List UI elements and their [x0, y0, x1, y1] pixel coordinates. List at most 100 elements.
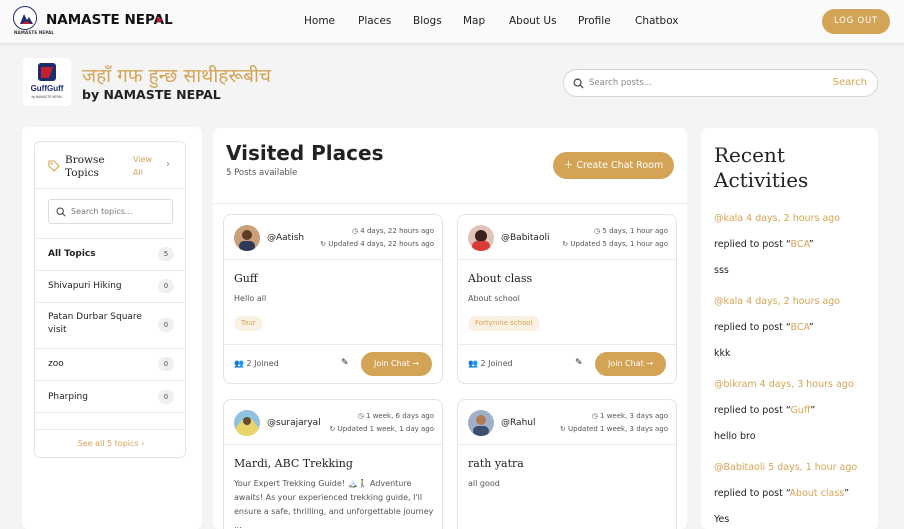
clock-icon: ◷	[351, 227, 359, 235]
activity-header[interactable]: @kala 4 days, 2 hours ago	[714, 296, 840, 307]
nav-map[interactable]: Map	[463, 15, 485, 27]
topic-count-badge: 0	[158, 279, 174, 293]
guffguff-logo: GuffGuff by NAMASTE NEPAL	[23, 58, 71, 106]
post-card[interactable]: @surajaryal ◷ 1 week, 6 days ago ↻ Updat…	[223, 399, 443, 529]
avatar[interactable]	[234, 225, 260, 251]
post-tag[interactable]: Tour	[234, 316, 263, 331]
nepal-flag-icon: ▶	[157, 15, 164, 24]
recent-activities-title: Recent Activities	[714, 143, 809, 192]
nav-profile[interactable]: Profile	[578, 15, 611, 27]
topic-item[interactable]: Patan Durbar Square visit 0	[35, 302, 185, 348]
post-author[interactable]: @surajaryal	[267, 418, 321, 428]
activity-action: replied to post “BCA”	[714, 239, 814, 250]
refresh-icon: ↻	[562, 240, 569, 248]
join-chat-button[interactable]: Join Chat →	[361, 352, 432, 376]
search-icon	[56, 207, 66, 217]
activity-post-link[interactable]: Guff	[790, 405, 810, 416]
brand-logo[interactable]	[13, 6, 37, 30]
avatar[interactable]	[468, 410, 494, 436]
post-updated: ↻ Updated 1 week, 1 day ago	[329, 425, 434, 433]
activity-post-link[interactable]: About class	[790, 488, 845, 499]
refresh-icon: ↻	[320, 240, 327, 248]
activity-text: kkk	[714, 348, 731, 359]
clock-icon: ◷	[591, 412, 598, 420]
activity-header[interactable]: @Babitaoli 5 days, 1 hour ago	[714, 462, 857, 473]
users-icon: 👥	[234, 359, 244, 368]
search-input[interactable]: Search posts...	[589, 78, 652, 88]
tag-icon	[48, 160, 60, 172]
see-all-topics-link[interactable]: See all 5 topics ›	[35, 439, 185, 448]
activity-action: replied to post “Guff”	[714, 405, 816, 416]
avatar[interactable]	[468, 225, 494, 251]
post-author[interactable]: @Babitaoli	[501, 233, 549, 243]
page-title: Visited Places	[226, 141, 384, 165]
joined-count: 👥 2 Joined	[468, 359, 513, 368]
refresh-icon: ↻	[329, 425, 336, 433]
search-button[interactable]: Search	[833, 77, 867, 88]
browse-topics-title: Browse Topics	[65, 154, 105, 179]
users-icon: 👥	[468, 359, 478, 368]
post-card[interactable]: @Aatish ◷ 4 days, 22 hours ago ↻ Updated…	[223, 214, 443, 384]
plus-icon: ＋	[563, 160, 574, 171]
edit-icon[interactable]: ✎	[575, 358, 583, 368]
post-body: Hello all	[234, 294, 267, 303]
logout-button[interactable]: LOG OUT	[822, 9, 890, 34]
post-body: About school	[468, 294, 520, 303]
search-icon	[573, 78, 584, 89]
activity-post-link[interactable]: BCA	[790, 239, 808, 250]
edit-icon[interactable]: ✎	[341, 358, 349, 368]
topic-item[interactable]: Pharping 0	[35, 380, 185, 412]
topic-item-all[interactable]: All Topics 5	[35, 238, 185, 270]
post-title[interactable]: rath yatra	[468, 457, 524, 470]
post-time: ◷ 1 week, 6 days ago	[357, 412, 434, 420]
post-tag[interactable]: Fortynine school	[468, 316, 540, 331]
post-title[interactable]: Mardi, ABC Trekking	[234, 457, 353, 470]
arrow-right-icon: →	[412, 359, 420, 368]
nav-chatbox[interactable]: Chatbox	[635, 15, 679, 27]
brand-small-text: NAMASTE NEPAL	[14, 30, 55, 35]
post-title[interactable]: About class	[468, 272, 532, 285]
topic-item[interactable]: zoo 0	[35, 348, 185, 380]
arrow-right-icon: →	[646, 359, 654, 368]
nav-about-us[interactable]: About Us	[509, 15, 557, 27]
post-card[interactable]: @Rahul ◷ 1 week, 3 days ago ↻ Updated 1 …	[457, 399, 677, 529]
topic-count-badge: 0	[158, 390, 174, 404]
post-body: Your Expert Trekking Guide! 🏔️🚶‍♂️ Adven…	[234, 479, 434, 529]
logo-subtext: by NAMASTE NEPAL	[32, 95, 63, 99]
post-time: ◷ 5 days, 1 hour ago	[594, 227, 668, 235]
browse-topics-card: Browse Topics View All › Search topics... …	[34, 141, 186, 458]
topic-count-badge: 5	[158, 247, 174, 261]
nav-places[interactable]: Places	[358, 15, 391, 27]
hero-subtitle: by NAMASTE NEPAL	[82, 87, 221, 102]
logo-text: GuffGuff	[31, 84, 64, 93]
activity-text: sss	[714, 265, 729, 276]
create-chat-room-button[interactable]: ＋ Create Chat Room	[553, 152, 674, 179]
post-card[interactable]: @Babitaoli ◷ 5 days, 1 hour ago ↻ Update…	[457, 214, 677, 384]
post-title[interactable]: Guff	[234, 272, 258, 285]
activity-action: replied to post “About class”	[714, 488, 850, 499]
post-updated: ↻ Updated 5 days, 1 hour ago	[562, 240, 668, 248]
avatar[interactable]	[234, 410, 260, 436]
activity-header[interactable]: @kala 4 days, 2 hours ago	[714, 213, 840, 224]
nav-blogs[interactable]: Blogs	[413, 15, 442, 27]
chevron-right-icon: ›	[166, 159, 170, 170]
activity-header[interactable]: @bikram 4 days, 3 hours ago	[714, 379, 854, 390]
post-time: ◷ 4 days, 22 hours ago	[351, 227, 434, 235]
topic-search-input[interactable]: Search topics...	[48, 199, 173, 224]
topic-item[interactable]: Shivapuri Hiking 0	[35, 270, 185, 302]
joined-count: 👥 2 Joined	[234, 359, 279, 368]
hero-title: जहाँ गफ हुन्छ साथीहरूबीच	[82, 65, 271, 87]
activity-post-link[interactable]: BCA	[790, 322, 808, 333]
view-all-link[interactable]: View All	[133, 153, 152, 179]
nav-home[interactable]: Home	[304, 15, 335, 27]
post-author[interactable]: @Rahul	[501, 418, 535, 428]
post-author[interactable]: @Aatish	[267, 233, 304, 243]
post-count: 5 Posts available	[226, 168, 298, 178]
post-body: all good	[468, 479, 500, 488]
brand-name[interactable]: NAMASTE NEPAL	[46, 12, 173, 28]
join-chat-button[interactable]: Join Chat →	[595, 352, 666, 376]
post-time: ◷ 1 week, 3 days ago	[591, 412, 668, 420]
topic-count-badge: 0	[158, 357, 174, 371]
clock-icon: ◷	[594, 227, 601, 235]
post-search-bar[interactable]: Search posts... Search	[563, 69, 878, 97]
